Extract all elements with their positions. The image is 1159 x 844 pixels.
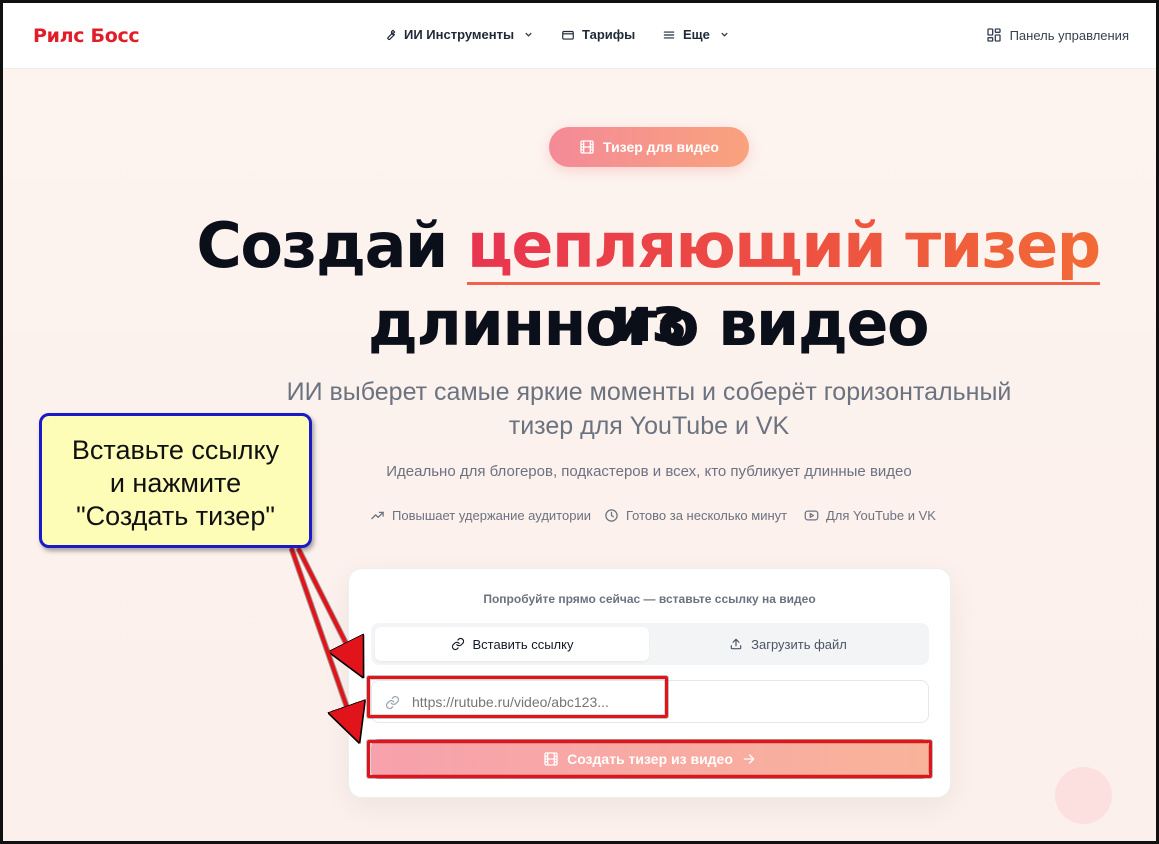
feature-retention-label: Повышает удержание аудитории: [392, 508, 591, 523]
headline-accent: цепляющий тизер: [466, 209, 1101, 285]
floating-blob: [1055, 767, 1112, 824]
card-icon: [562, 30, 574, 40]
clock-icon: [605, 509, 618, 522]
instruction-callout: Вставьте ссылку и нажмите "Создать тизер…: [39, 413, 312, 548]
nav-ai-tools-label: ИИ Инструменты: [404, 27, 515, 42]
hero-subtitle: ИИ выберет самые яркие моменты и соберёт…: [249, 375, 1049, 443]
hero-subtitle-line-1: ИИ выберет самые яркие моменты и соберёт…: [286, 378, 1012, 406]
menu-icon: [663, 31, 675, 39]
nav-more[interactable]: Еще: [662, 27, 729, 42]
dashboard-label: Панель управления: [1009, 27, 1129, 43]
headline-pre: Создай: [196, 209, 467, 282]
source-tabs: Вставить ссылку Загрузить файл: [371, 623, 929, 665]
feature-retention: Повышает удержание аудитории: [370, 508, 591, 523]
hero-subtitle-line-2: тизер для YouTube и VK: [508, 412, 790, 440]
tab-paste-link-label: Вставить ссылку: [472, 636, 574, 652]
grid-icon: [986, 28, 1001, 42]
highlight-create-button: [367, 740, 932, 778]
youtube-icon: [804, 510, 819, 521]
feature-platforms: Для YouTube и VK: [804, 508, 936, 523]
chevron-down-icon: [721, 32, 728, 37]
headline-line-2: длинного видео: [367, 287, 930, 360]
hero-badge-label: Тизер для видео: [603, 139, 719, 155]
callout-line-3: "Создать тизер": [76, 501, 275, 531]
link-icon: [451, 637, 464, 651]
card-title: Попробуйте прямо сейчас — вставьте ссылк…: [483, 592, 816, 606]
tab-upload-file-label: Загрузить файл: [751, 636, 847, 652]
chevron-down-icon: [525, 32, 532, 37]
logo[interactable]: Рилс Босс: [33, 25, 140, 47]
dashboard-link[interactable]: Панель управления: [986, 27, 1129, 43]
feature-platforms-label: Для YouTube и VK: [826, 508, 936, 523]
callout-line-2: и нажмите: [109, 468, 242, 498]
trending-up-icon: [371, 511, 384, 520]
film-icon: [580, 140, 594, 154]
top-header: Рилс Босс ИИ Инструменты Тарифы Еще Пане…: [3, 3, 1156, 69]
tab-paste-link[interactable]: Вставить ссылку: [375, 627, 649, 661]
nav-ai-tools[interactable]: ИИ Инструменты: [383, 27, 533, 42]
wrench-icon: [387, 29, 396, 40]
highlight-url-input: [367, 676, 668, 718]
feature-speed: Готово за несколько минут: [604, 508, 787, 523]
hero-description: Идеально для блогеров, подкастеров и все…: [386, 463, 912, 480]
callout-line-1: Вставьте ссылку: [71, 435, 280, 465]
nav-more-label: Еще: [683, 27, 710, 42]
hero-badge: Тизер для видео: [549, 127, 749, 167]
upload-icon: [730, 638, 742, 650]
tab-upload-file[interactable]: Загрузить файл: [651, 627, 925, 661]
nav-pricing[interactable]: Тарифы: [561, 27, 635, 42]
page-frame: Рилс Босс ИИ Инструменты Тарифы Еще Пане…: [0, 0, 1159, 844]
feature-speed-label: Готово за несколько минут: [626, 508, 788, 523]
nav-pricing-label: Тарифы: [582, 27, 636, 42]
